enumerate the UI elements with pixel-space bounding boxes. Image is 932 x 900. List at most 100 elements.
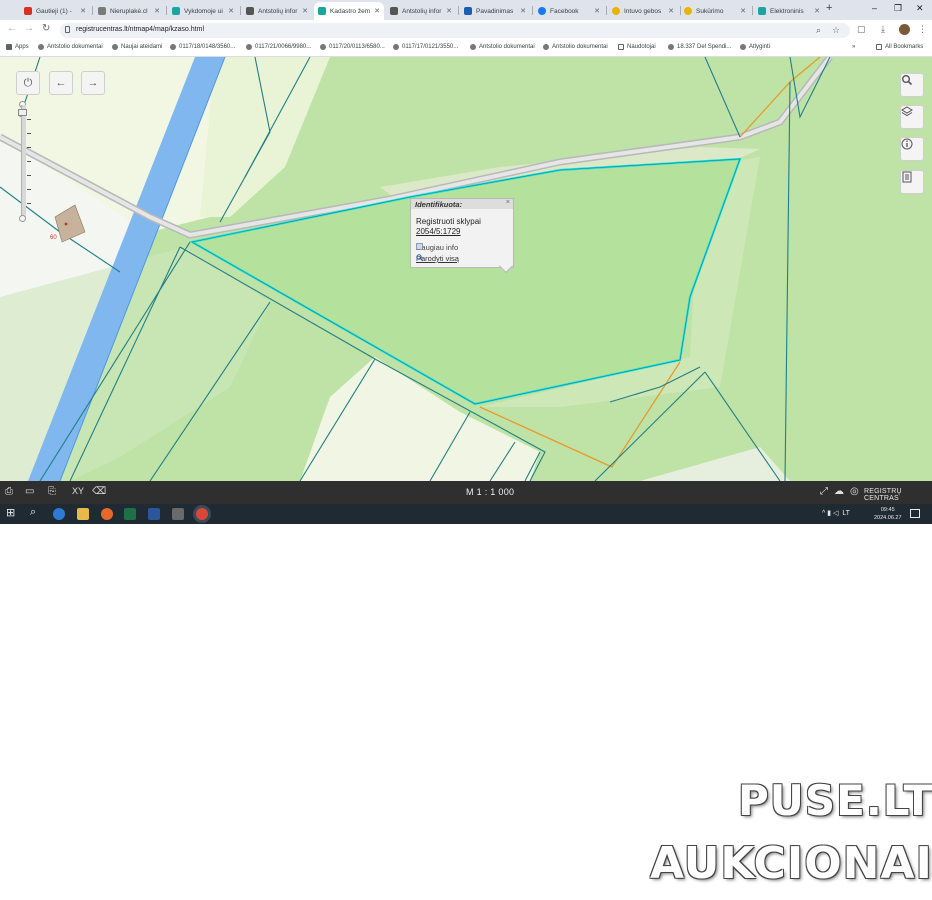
map-forward-button[interactable]: → bbox=[81, 71, 105, 95]
more-info-link[interactable]: Daugiau info bbox=[416, 243, 458, 252]
close-icon[interactable]: ✕ bbox=[374, 7, 380, 15]
folder-icon bbox=[618, 44, 624, 50]
bookmark-star-icon[interactable]: ☆ bbox=[832, 25, 840, 36]
clock[interactable]: 09:45 2024.06.27 bbox=[874, 506, 902, 522]
page-icon bbox=[98, 7, 106, 15]
all-bookmarks-button[interactable]: All Bookmarks bbox=[876, 44, 923, 50]
tab-facebook[interactable]: Facebook ✕ bbox=[534, 2, 604, 20]
close-icon[interactable]: ✕ bbox=[814, 7, 820, 15]
close-icon[interactable]: ✕ bbox=[228, 7, 234, 15]
fullscreen-icon[interactable]: ⤢ bbox=[820, 486, 828, 497]
tab-9[interactable]: Intuvo gebos ✕ bbox=[608, 2, 678, 20]
close-icon[interactable]: ✕ bbox=[154, 7, 160, 15]
forward-button[interactable]: → bbox=[24, 23, 34, 34]
close-window-button[interactable]: ✕ bbox=[916, 3, 924, 14]
cadastral-map[interactable]: 60 ⏻ ← → Identifikuota: × Registruoti sk… bbox=[0, 57, 932, 481]
parcel-number-link[interactable]: 2054/5:1729 bbox=[416, 227, 461, 236]
file-explorer-icon[interactable] bbox=[77, 508, 89, 520]
map-canvas[interactable]: 60 bbox=[0, 57, 932, 481]
clock-date: 2024.06.27 bbox=[874, 515, 902, 521]
close-icon[interactable]: ✕ bbox=[520, 7, 526, 15]
bookmark-item[interactable]: Naujai ateidami bbox=[112, 44, 162, 50]
bookmark-folder[interactable]: Naudotojai bbox=[618, 44, 656, 50]
profile-avatar[interactable] bbox=[899, 24, 910, 35]
app-icon[interactable] bbox=[172, 508, 184, 520]
bookmark-label: 18.337 Del Spendi... bbox=[677, 44, 732, 50]
close-icon[interactable]: ✕ bbox=[446, 7, 452, 15]
bookmark-item[interactable]: 0117/20/0113/6580... bbox=[320, 44, 385, 50]
zoom-out-button[interactable] bbox=[19, 215, 26, 222]
tab-7[interactable]: Pavadinimas ✕ bbox=[460, 2, 530, 20]
layers-button[interactable] bbox=[900, 105, 924, 129]
tab-label: Nieruplakė.cl bbox=[110, 7, 148, 15]
reload-button[interactable]: ↻ bbox=[42, 23, 50, 34]
eraser-icon[interactable]: ⌫ bbox=[92, 486, 106, 497]
power-button[interactable]: ⏻ bbox=[16, 71, 40, 95]
close-icon[interactable]: ✕ bbox=[302, 7, 308, 15]
coordinates-button[interactable]: XY bbox=[72, 486, 84, 496]
menu-icon[interactable]: ⋮ bbox=[918, 24, 927, 35]
close-icon[interactable]: ✕ bbox=[668, 7, 674, 15]
excel-icon[interactable] bbox=[124, 508, 136, 520]
bookmark-item[interactable]: 18.337 Del Spendi... bbox=[668, 44, 731, 50]
chrome-icon[interactable] bbox=[196, 508, 208, 520]
tab-6[interactable]: Antstolių infor ✕ bbox=[386, 2, 456, 20]
notification-icon[interactable] bbox=[910, 509, 920, 518]
word-icon[interactable] bbox=[148, 508, 160, 520]
map-back-button[interactable]: ← bbox=[49, 71, 73, 95]
bookmark-item[interactable]: Antstolio dokumentai bbox=[38, 44, 103, 50]
tab-11[interactable]: Elektroninis ✕ bbox=[754, 2, 824, 20]
bookmark-item[interactable]: 0117/21/0066/9980... bbox=[246, 44, 311, 50]
system-tray[interactable]: ^ ▮ ◁ LT bbox=[822, 509, 850, 517]
legend-button[interactable] bbox=[900, 170, 924, 194]
search-button[interactable] bbox=[900, 73, 924, 97]
zoom-slider[interactable] bbox=[21, 105, 31, 217]
more-bookmarks-button[interactable]: » bbox=[852, 44, 855, 50]
search-icon[interactable]: ⌕ bbox=[30, 506, 36, 519]
tab-10[interactable]: Sukūrimo ✕ bbox=[680, 2, 750, 20]
downloads-icon[interactable]: ⤓ bbox=[881, 24, 885, 35]
tab-3[interactable]: Vykdomoje ui ✕ bbox=[168, 2, 238, 20]
bookmark-item[interactable]: 0117/17/0121/3550... bbox=[393, 44, 458, 50]
tab-active[interactable]: Kadastro žem ✕ bbox=[314, 2, 384, 20]
firefox-icon[interactable] bbox=[101, 508, 113, 520]
bookmark-item[interactable]: Atlyginti bbox=[740, 44, 770, 50]
tab-gmail[interactable]: Gautieji (1) - ✕ bbox=[20, 2, 90, 20]
site-info-icon[interactable] bbox=[65, 26, 70, 33]
bookmark-label: Antstolio dokumentai bbox=[552, 44, 608, 50]
new-tab-button[interactable]: + bbox=[826, 2, 832, 14]
restore-button[interactable]: ❐ bbox=[894, 3, 902, 14]
windows-start-icon[interactable]: ⊞ bbox=[6, 506, 15, 519]
clock-time: 09:45 bbox=[880, 507, 895, 513]
tab-2[interactable]: Nieruplakė.cl ✕ bbox=[94, 2, 164, 20]
bookmark-apps[interactable]: Apps bbox=[6, 44, 29, 50]
language-indicator[interactable]: LT bbox=[842, 510, 850, 517]
print-icon[interactable]: ⎙ bbox=[5, 486, 13, 497]
popup-title: Identifikuota: bbox=[415, 200, 463, 209]
arrow-right-icon: → bbox=[87, 77, 99, 89]
popup-close-button[interactable]: × bbox=[506, 199, 510, 206]
minimize-button[interactable]: – bbox=[872, 3, 877, 13]
close-icon[interactable]: ✕ bbox=[740, 7, 746, 15]
show-all-link[interactable]: Parodyti visą bbox=[416, 254, 459, 263]
close-icon[interactable]: ✕ bbox=[594, 7, 600, 15]
back-button[interactable]: ← bbox=[7, 23, 17, 34]
bookmark-item[interactable]: Antstolio dokumentai bbox=[470, 44, 535, 50]
url-text[interactable]: registrucentras.lt/ntmap4/map/kzaso.html bbox=[76, 26, 204, 33]
bookmark-item[interactable]: Antstolio dokumentai bbox=[543, 44, 608, 50]
close-icon[interactable]: ✕ bbox=[80, 7, 86, 15]
export-icon[interactable]: ⎘ bbox=[48, 486, 56, 497]
registry-icon bbox=[758, 7, 766, 15]
extensions-icon[interactable]: ▢ bbox=[857, 24, 866, 35]
bookmark-item[interactable]: 0117/18/0148/3560... bbox=[170, 44, 235, 50]
info-button[interactable] bbox=[900, 137, 924, 161]
address-bar[interactable]: registrucentras.lt/ntmap4/map/kzaso.html… bbox=[60, 23, 850, 38]
measure-icon[interactable]: ▭ bbox=[25, 486, 34, 497]
zoom-slider-handle[interactable] bbox=[18, 109, 27, 116]
edge-icon[interactable] bbox=[53, 508, 65, 520]
tab-4[interactable]: Antstolių infor ✕ bbox=[242, 2, 312, 20]
registry-icon bbox=[172, 7, 180, 15]
bookmark-label: Antstolio dokumentai bbox=[479, 44, 535, 50]
zoom-icon[interactable]: ⌕ bbox=[816, 25, 821, 36]
cloud-icon[interactable]: ☁ bbox=[834, 486, 844, 497]
